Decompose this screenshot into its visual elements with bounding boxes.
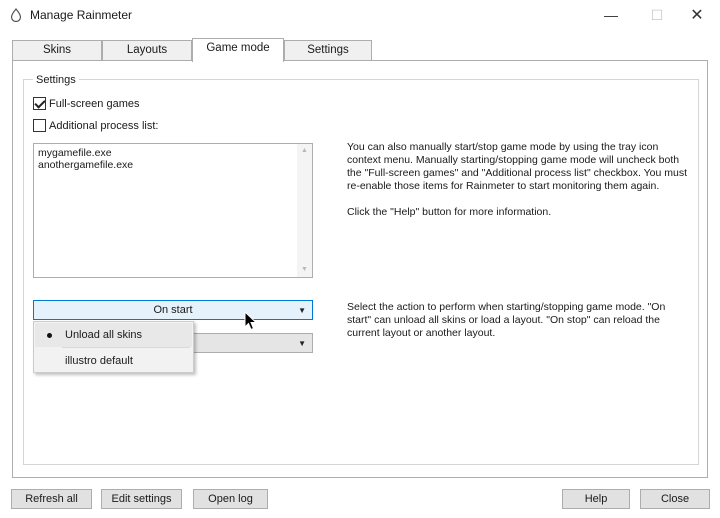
help-hint-text: Click the "Help" button for more informa… xyxy=(347,206,552,218)
selected-bullet-icon xyxy=(47,333,52,338)
process-list[interactable]: mygamefile.exe anothergamefile.exe ▲ ▼ xyxy=(33,143,313,278)
tab-layouts[interactable]: Layouts xyxy=(102,40,192,61)
close-button[interactable]: Close xyxy=(640,489,710,509)
title-bar: Manage Rainmeter — ☐ ✕ xyxy=(0,0,720,30)
help-button[interactable]: Help xyxy=(562,489,630,509)
action-description-text: Select the action to perform when starti… xyxy=(347,301,666,339)
chevron-down-icon: ▼ xyxy=(298,306,306,315)
dropdown-option-unload-all-skins[interactable]: Unload all skins xyxy=(35,323,192,347)
chevron-down-icon: ▼ xyxy=(298,339,306,348)
game-mode-help-text: You can also manually start/stop game mo… xyxy=(347,141,692,219)
refresh-all-button[interactable]: Refresh all xyxy=(11,489,92,509)
tab-game-mode[interactable]: Game mode xyxy=(192,38,284,62)
scroll-down-icon[interactable]: ▼ xyxy=(297,263,312,277)
on-start-combo[interactable]: On start ▼ xyxy=(33,300,313,320)
edit-settings-button[interactable]: Edit settings xyxy=(101,489,182,509)
scroll-up-icon[interactable]: ▲ xyxy=(297,144,312,158)
fullscreen-games-label: Full-screen games xyxy=(49,97,140,110)
dropdown-option-label: illustro default xyxy=(65,355,133,367)
list-item[interactable]: mygamefile.exe xyxy=(38,147,308,159)
settings-group-label: Settings xyxy=(33,74,79,86)
additional-process-row[interactable]: Additional process list: xyxy=(33,119,158,132)
fullscreen-games-checkbox[interactable] xyxy=(33,97,46,110)
minimize-button[interactable]: — xyxy=(588,0,634,30)
game-mode-panel: Settings Full-screen games Additional pr… xyxy=(12,60,708,478)
dropdown-option-illustro-default[interactable]: illustro default xyxy=(35,349,192,373)
tab-settings[interactable]: Settings xyxy=(284,40,372,61)
open-log-button[interactable]: Open log xyxy=(193,489,268,509)
mouse-cursor-icon xyxy=(244,311,258,331)
window-title: Manage Rainmeter xyxy=(30,8,133,22)
manual-toggle-description: You can also manually start/stop game mo… xyxy=(347,141,687,192)
on-start-value: On start xyxy=(153,304,193,316)
additional-process-label: Additional process list: xyxy=(49,119,159,132)
additional-process-checkbox[interactable] xyxy=(33,119,46,132)
fullscreen-games-row[interactable]: Full-screen games xyxy=(33,97,139,110)
tab-skins[interactable]: Skins xyxy=(12,40,102,61)
dropdown-separator xyxy=(62,347,190,348)
process-list-scrollbar[interactable]: ▲ ▼ xyxy=(297,144,312,277)
rainmeter-drop-icon xyxy=(10,8,22,22)
action-description: Select the action to perform when starti… xyxy=(347,301,692,340)
list-item[interactable]: anothergamefile.exe xyxy=(38,159,308,171)
on-start-dropdown-menu: Unload all skins illustro default xyxy=(33,321,194,373)
dropdown-option-label: Unload all skins xyxy=(65,329,143,341)
close-window-button[interactable]: ✕ xyxy=(674,0,720,30)
